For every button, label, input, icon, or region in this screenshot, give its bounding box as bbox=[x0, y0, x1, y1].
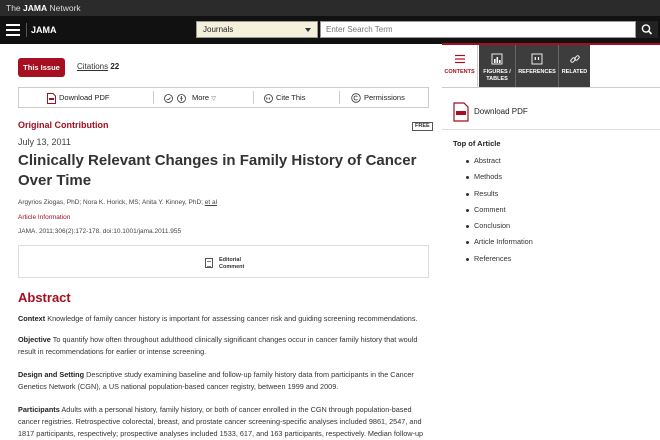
toc-item-conclusion[interactable]: Conclusion bbox=[466, 220, 533, 236]
article-toolbar: Download PDF More ▽ Cite This Permission… bbox=[18, 87, 429, 108]
author-list: Argyrios Ziogas, PhD; Nora K. Horick, MS… bbox=[18, 199, 217, 206]
toc-item-references[interactable]: References bbox=[466, 253, 533, 269]
toc-item-methods[interactable]: Methods bbox=[466, 171, 533, 187]
abstract-paragraph-participants: Participants Adults with a personal hist… bbox=[18, 404, 432, 440]
citations-link[interactable]: Citations 22 bbox=[77, 62, 119, 71]
paragraph-label: Participants bbox=[18, 405, 60, 414]
list-icon bbox=[454, 54, 465, 64]
toolbar-divider bbox=[339, 91, 340, 104]
paragraph-label: Design and Setting bbox=[18, 370, 85, 379]
network-brand[interactable]: JAMA bbox=[23, 3, 47, 13]
cite-this-button[interactable]: Cite This bbox=[264, 88, 305, 107]
this-issue-button[interactable]: This Issue bbox=[18, 58, 65, 77]
share-facebook-button[interactable] bbox=[177, 88, 189, 107]
toc-item-comment[interactable]: Comment bbox=[466, 204, 533, 220]
editorial-comment-box[interactable]: Editorial Comment bbox=[18, 245, 429, 278]
chart-icon bbox=[491, 53, 503, 65]
download-pdf-label: Download PDF bbox=[59, 93, 110, 102]
article-information-link[interactable]: Article Information bbox=[18, 214, 70, 221]
quote-icon bbox=[531, 53, 543, 65]
abstract-paragraph-objective: Objective To quantify how often througho… bbox=[18, 334, 432, 358]
citations-label: Citations bbox=[77, 62, 109, 71]
tab-label: REFERENCES bbox=[518, 69, 556, 75]
chevron-down-icon: ▽ bbox=[211, 96, 216, 102]
editorial-comment-label: Editorial Comment bbox=[219, 257, 245, 270]
sidebar-download-pdf-button[interactable]: Download PDF bbox=[453, 102, 553, 124]
toc-item-article-information[interactable]: Article Information bbox=[466, 236, 533, 252]
paragraph-label: Objective bbox=[18, 335, 51, 344]
free-badge: FREE bbox=[412, 122, 433, 131]
link-icon bbox=[569, 55, 580, 63]
tabs-divider bbox=[442, 87, 660, 88]
copyright-icon bbox=[351, 93, 361, 103]
tab-figures-tables[interactable]: FIGURES / TABLES bbox=[479, 45, 515, 87]
pdf-icon bbox=[453, 102, 469, 122]
paragraph-text: Adults with a personal history, family h… bbox=[18, 405, 424, 438]
network-bar: The JAMA Network bbox=[0, 0, 660, 16]
share-twitter-button[interactable] bbox=[164, 88, 176, 107]
network-suffix: Network bbox=[47, 3, 81, 13]
sidebar-divider bbox=[442, 129, 660, 130]
tab-label: FIGURES / TABLES bbox=[483, 69, 511, 82]
toolbar-divider bbox=[253, 91, 254, 104]
journals-select[interactable]: Journals bbox=[196, 21, 318, 38]
citation-line: JAMA. 2011;306(2):172-178. doi:10.1001/j… bbox=[18, 228, 182, 235]
tab-label: RELATED bbox=[561, 69, 588, 75]
toc-item-results[interactable]: Results bbox=[466, 188, 533, 204]
more-label: More bbox=[192, 93, 210, 102]
more-share-button[interactable]: More ▽ bbox=[192, 88, 216, 107]
cite-this-label: Cite This bbox=[276, 93, 306, 102]
search-button[interactable] bbox=[636, 21, 658, 38]
jama-logo[interactable]: JAMA bbox=[26, 23, 57, 37]
search-icon bbox=[641, 24, 653, 35]
sidebar-download-pdf-label: Download PDF bbox=[474, 107, 528, 116]
tab-references[interactable]: REFERENCES bbox=[516, 45, 558, 87]
citations-count: 22 bbox=[110, 62, 120, 71]
permissions-label: Permissions bbox=[364, 93, 405, 102]
pdf-icon bbox=[47, 92, 56, 104]
toc-item-abstract[interactable]: Abstract bbox=[466, 155, 533, 171]
document-icon bbox=[205, 258, 213, 268]
abstract-heading: Abstract bbox=[18, 290, 71, 305]
quote-icon bbox=[264, 93, 273, 103]
search-input[interactable] bbox=[320, 21, 636, 38]
download-pdf-button[interactable]: Download PDF bbox=[47, 88, 109, 107]
toc-heading[interactable]: Top of Article bbox=[453, 139, 501, 148]
chevron-down-icon bbox=[305, 28, 311, 32]
paragraph-text: Knowledge of family cancer history is im… bbox=[45, 314, 418, 323]
paragraph-label: Context bbox=[18, 314, 46, 323]
tab-contents[interactable]: CONTENTS bbox=[442, 45, 478, 87]
abstract-paragraph-context: Context Knowledge of family cancer histo… bbox=[18, 313, 432, 325]
authors-text: Argyrios Ziogas, PhD; Nora K. Horick, MS… bbox=[18, 199, 203, 206]
facebook-icon bbox=[177, 93, 186, 103]
article-type[interactable]: Original Contribution bbox=[18, 120, 109, 130]
journals-select-value: Journals bbox=[203, 25, 234, 34]
abstract-paragraph-design: Design and Setting Descriptive study exa… bbox=[18, 369, 432, 393]
twitter-icon bbox=[164, 93, 173, 103]
tab-label: CONTENTS bbox=[444, 69, 475, 75]
hamburger-menu-icon[interactable] bbox=[6, 24, 20, 36]
publication-date: July 13, 2011 bbox=[18, 137, 71, 147]
table-of-contents: Abstract Methods Results Comment Conclus… bbox=[466, 155, 533, 269]
toolbar-divider bbox=[153, 91, 154, 104]
paragraph-text: To quantify how often throughout adultho… bbox=[18, 335, 418, 356]
network-prefix: The bbox=[6, 3, 24, 13]
tab-related[interactable]: RELATED bbox=[559, 45, 590, 87]
et-al-link[interactable]: et al bbox=[205, 199, 217, 206]
permissions-button[interactable]: Permissions bbox=[351, 88, 405, 107]
article-title: Clinically Relevant Changes in Family Hi… bbox=[18, 152, 417, 189]
